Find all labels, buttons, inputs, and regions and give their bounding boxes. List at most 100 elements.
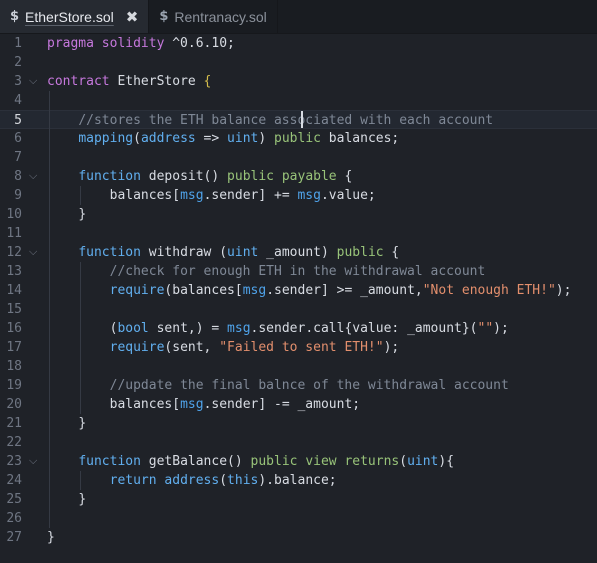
code-token: public (336, 245, 384, 260)
code-text: } (47, 205, 86, 224)
code-line[interactable]: 9 balances[msg.sender] += msg.value; (0, 186, 597, 205)
code-token: msg (227, 321, 251, 336)
code-token: msg (180, 397, 204, 412)
code-token: getBalance() (148, 454, 251, 469)
code-line[interactable]: 17 require(sent, "Failed to sent ETH!"); (0, 338, 597, 357)
code-token: .value; (320, 188, 376, 203)
code-token: require (109, 340, 165, 355)
code-line[interactable]: 26 (0, 509, 597, 528)
line-number: 7 (14, 150, 22, 165)
code-token: //update the final balnce of the withdra… (109, 378, 509, 393)
indent-guide (49, 91, 50, 528)
code-line[interactable]: 2 (0, 53, 597, 72)
fold-chevron-icon[interactable]: ⌵ (29, 75, 41, 87)
code-token: ){ (438, 454, 455, 469)
code-line[interactable]: 14 require(balances[msg.sender] >= _amou… (0, 281, 597, 300)
code-text: function getBalance() public view return… (47, 452, 454, 471)
code-text: pragma solidity ^0.6.10; (47, 34, 235, 53)
code-line[interactable]: 24 return address(this).balance; (0, 471, 597, 490)
indent-guide (80, 262, 81, 414)
code-token: bool (117, 321, 149, 336)
code-line[interactable]: 21 } (0, 414, 597, 433)
code-line[interactable]: 16 (bool sent,) = msg.sender.call{value:… (0, 319, 597, 338)
indent-guide (80, 186, 81, 205)
code-line[interactable]: 18 (0, 357, 597, 376)
code-token: } (47, 530, 55, 545)
code-token: returns (344, 454, 400, 469)
code-line[interactable]: 23 ⌵ function getBalance() public view re… (0, 452, 597, 471)
code-line[interactable]: 20 balances[msg.sender] -= _amount; (0, 395, 597, 414)
code-token: ( (219, 473, 228, 488)
code-token: //stores the ETH balance associated with… (78, 113, 494, 128)
code-token: pragma solidity (47, 36, 173, 51)
line-number: 6 (14, 131, 22, 146)
tab-rentranacy[interactable]: $ Rentranacy.sol (149, 0, 278, 33)
code-token: view (305, 454, 345, 469)
code-line[interactable]: 27} (0, 528, 597, 547)
code-text: } (47, 414, 86, 433)
code-token: "Failed to sent ETH!" (219, 340, 384, 355)
code-line[interactable]: 12 ⌵ function withdraw (uint _amount) pub… (0, 243, 597, 262)
indent-guide (80, 471, 81, 490)
code-line[interactable]: 3 ⌵ contract EtherStore { (0, 72, 597, 91)
code-text: function deposit() public payable { (47, 167, 352, 186)
line-number: 22 (6, 435, 22, 450)
code-token: ^0.6.10 (172, 36, 228, 51)
line-number: 24 (6, 473, 22, 488)
line-number: 12 (6, 245, 22, 260)
code-line[interactable]: 13 //check for enough ETH in the withdra… (0, 262, 597, 281)
line-number: 11 (6, 226, 22, 241)
tab-etherstore[interactable]: $ EtherStore.sol ✖ (0, 0, 150, 33)
code-token: uint (227, 131, 259, 146)
tab-label: EtherStore.sol (25, 8, 114, 25)
fold-chevron-icon[interactable]: ⌵ (29, 455, 41, 467)
code-token: ( (133, 131, 141, 146)
code-token: msg (242, 283, 267, 298)
code-line[interactable]: 4 (0, 91, 597, 110)
code-token: } (78, 207, 87, 222)
code-text: balances[msg.sender] -= _amount; (47, 395, 360, 414)
code-token: "Not enough ETH!" (422, 283, 556, 298)
line-number: 10 (6, 207, 22, 222)
code-token: return (109, 473, 165, 488)
code-token: ( (399, 454, 408, 469)
code-token: "" (477, 321, 494, 336)
code-token: mapping (78, 131, 134, 146)
line-number: 21 (6, 416, 22, 431)
line-number: 9 (14, 188, 22, 203)
code-line[interactable]: 5 //stores the ETH balance associated wi… (0, 110, 597, 129)
code-token: } (78, 492, 87, 507)
line-number: 13 (6, 264, 22, 279)
line-number: 5 (14, 113, 22, 128)
code-line[interactable]: 22 (0, 433, 597, 452)
code-token: function (78, 169, 149, 184)
code-token: require (109, 283, 165, 298)
code-token: //check for enough ETH in the withdrawal… (109, 264, 486, 279)
code-line[interactable]: 25 } (0, 490, 597, 509)
code-editor[interactable]: 1 pragma solidity ^0.6.10; 2 3 ⌵ contract Eth… (0, 34, 597, 563)
code-line[interactable]: 15 (0, 300, 597, 319)
line-number: 27 (6, 530, 22, 545)
code-line[interactable]: 19 //update the final balnce of the with… (0, 376, 597, 395)
tab-bar: $ EtherStore.sol ✖ $ Rentranacy.sol (0, 0, 597, 34)
close-icon[interactable]: ✖ (126, 8, 139, 26)
fold-chevron-icon[interactable]: ⌵ (29, 246, 41, 258)
code-token: balances; (320, 131, 400, 146)
code-line[interactable]: 1 pragma solidity ^0.6.10; (0, 34, 597, 53)
code-line[interactable]: 10 } (0, 205, 597, 224)
line-number: 2 (14, 55, 22, 70)
code-token: function (78, 245, 149, 260)
fold-chevron-icon[interactable]: ⌵ (29, 170, 41, 182)
code-line[interactable]: 6 mapping(address => uint) public balanc… (0, 129, 597, 148)
code-token: } (78, 416, 87, 431)
code-token: .sender] >= _amount, (266, 283, 423, 298)
line-number: 26 (6, 511, 22, 526)
code-line[interactable]: 11 (0, 224, 597, 243)
code-text: //check for enough ETH in the withdrawal… (47, 262, 486, 281)
code-line[interactable]: 7 (0, 148, 597, 167)
code-token: ); (493, 321, 509, 336)
line-number: 16 (6, 321, 22, 336)
code-line[interactable]: 8 ⌵ function deposit() public payable { (0, 167, 597, 186)
line-number: 3 (14, 74, 22, 89)
code-token: public (227, 169, 282, 184)
